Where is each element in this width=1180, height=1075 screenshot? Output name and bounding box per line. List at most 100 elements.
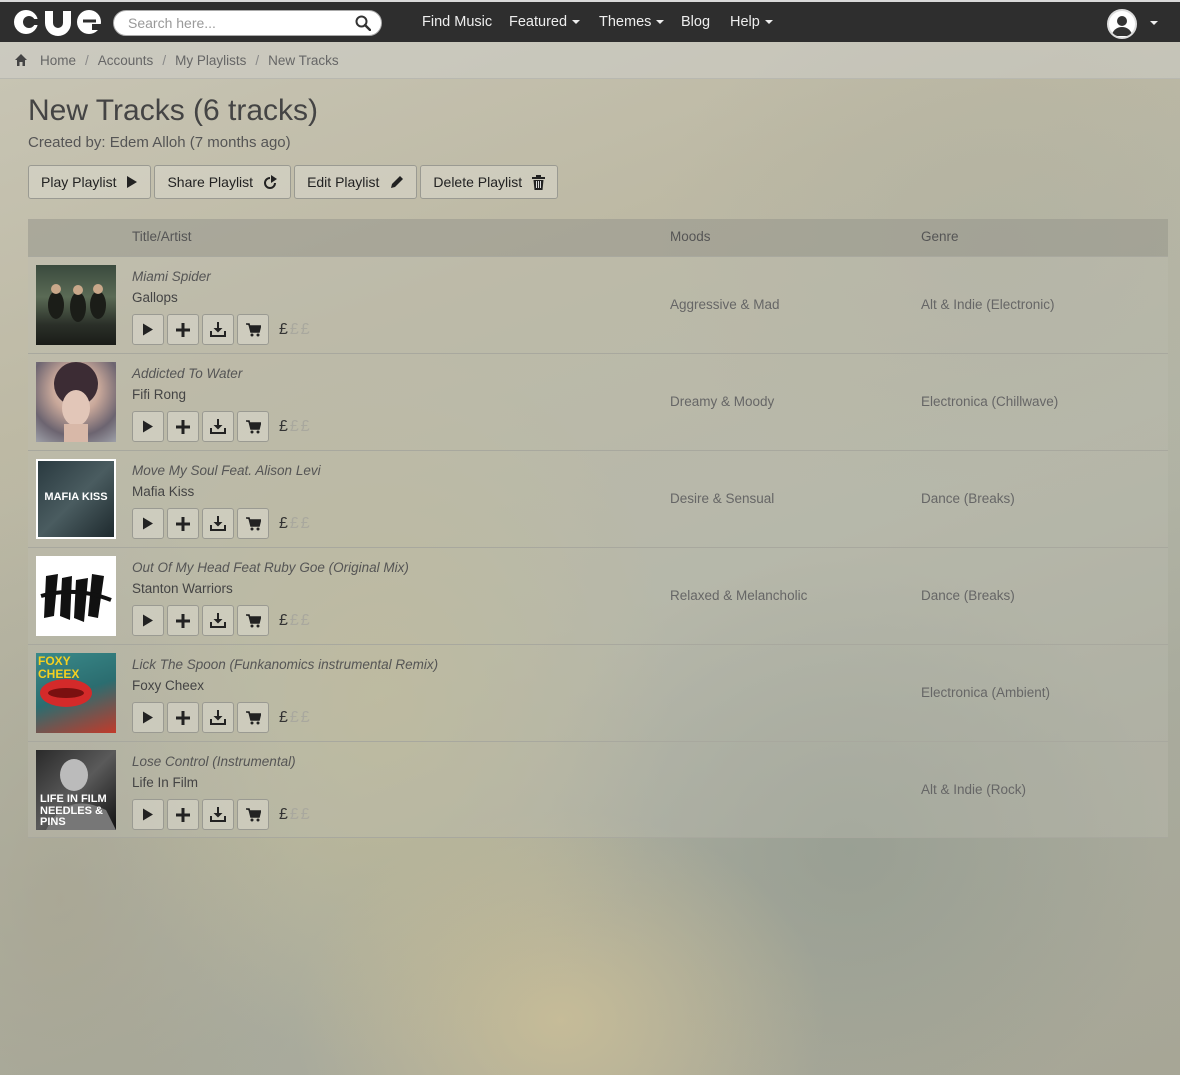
track-artist[interactable]: Fifi Rong — [132, 387, 186, 402]
track-genre[interactable]: Electronica (Ambient) — [921, 685, 1050, 700]
download-button[interactable] — [202, 508, 234, 539]
album-art[interactable] — [36, 362, 116, 442]
download-icon — [210, 419, 226, 434]
nav-find-music[interactable]: Find Music — [422, 14, 492, 30]
download-icon — [210, 613, 226, 628]
track-mood[interactable]: Dreamy & Moody — [670, 394, 774, 409]
play-icon — [127, 176, 138, 188]
breadcrumb-home[interactable]: Home — [40, 53, 76, 68]
track-row: FOXY CHEEX Lick The Spoon (Funkanomics i… — [28, 644, 1168, 741]
share-playlist-button[interactable]: Share Playlist — [154, 165, 292, 199]
search-icon[interactable] — [355, 15, 371, 31]
price-rating: £££ — [279, 611, 312, 629]
album-art[interactable]: LIFE IN FILM NEEDLES & PINS — [36, 750, 116, 830]
play-track-button[interactable] — [132, 508, 164, 539]
cart-icon — [245, 516, 261, 530]
search-input[interactable] — [128, 15, 348, 31]
buy-cart-button[interactable] — [237, 605, 269, 636]
plus-icon — [176, 613, 190, 628]
playlist-actions: Play Playlist Share Playlist Edit Playli… — [28, 165, 561, 199]
album-art[interactable]: FOXY CHEEX — [36, 653, 116, 733]
play-track-button[interactable] — [132, 411, 164, 442]
track-mood[interactable]: Relaxed & Melancholic — [670, 588, 807, 603]
play-playlist-label: Play Playlist — [41, 174, 117, 190]
add-to-playlist-button[interactable] — [167, 411, 199, 442]
download-button[interactable] — [202, 314, 234, 345]
track-title[interactable]: Addicted To Water — [132, 366, 242, 381]
add-to-playlist-button[interactable] — [167, 605, 199, 636]
download-button[interactable] — [202, 605, 234, 636]
nav-help[interactable]: Help — [730, 14, 773, 30]
plus-icon — [176, 516, 190, 531]
play-icon — [143, 420, 153, 433]
column-title-artist: Title/Artist — [132, 229, 192, 244]
download-icon — [210, 710, 226, 725]
play-track-button[interactable] — [132, 799, 164, 830]
delete-playlist-label: Delete Playlist — [433, 174, 523, 190]
track-title[interactable]: Lose Control (Instrumental) — [132, 754, 296, 769]
play-playlist-button[interactable]: Play Playlist — [28, 165, 152, 199]
breadcrumb-accounts[interactable]: Accounts — [98, 53, 154, 68]
price-rating: £££ — [279, 320, 312, 338]
track-title[interactable]: Lick The Spoon (Funkanomics instrumental… — [132, 657, 438, 672]
nav-featured[interactable]: Featured — [509, 14, 581, 30]
album-art[interactable] — [36, 556, 116, 636]
track-genre[interactable]: Alt & Indie (Rock) — [921, 782, 1026, 797]
home-icon[interactable] — [14, 53, 28, 67]
track-mood[interactable]: Aggressive & Mad — [670, 297, 780, 312]
play-track-button[interactable] — [132, 605, 164, 636]
track-title[interactable]: Move My Soul Feat. Alison Levi — [132, 463, 321, 478]
add-to-playlist-button[interactable] — [167, 314, 199, 345]
track-artist[interactable]: Foxy Cheex — [132, 678, 204, 693]
buy-cart-button[interactable] — [237, 411, 269, 442]
add-to-playlist-button[interactable] — [167, 799, 199, 830]
price-rating: £££ — [279, 708, 312, 726]
top-navbar: Find Music Featured Themes Blog Help — [0, 0, 1180, 42]
track-genre[interactable]: Dance (Breaks) — [921, 588, 1015, 603]
buy-cart-button[interactable] — [237, 314, 269, 345]
track-artist[interactable]: Mafia Kiss — [132, 484, 194, 499]
track-mood[interactable]: Desire & Sensual — [670, 491, 774, 506]
user-avatar[interactable] — [1107, 9, 1137, 39]
edit-playlist-button[interactable]: Edit Playlist — [294, 165, 418, 199]
download-button[interactable] — [202, 411, 234, 442]
buy-cart-button[interactable] — [237, 799, 269, 830]
track-genre[interactable]: Dance (Breaks) — [921, 491, 1015, 506]
nav-blog[interactable]: Blog — [681, 14, 710, 30]
track-artist[interactable]: Life In Film — [132, 775, 198, 790]
track-title[interactable]: Miami Spider — [132, 269, 211, 284]
track-artist[interactable]: Stanton Warriors — [132, 581, 233, 596]
breadcrumb-my-playlists[interactable]: My Playlists — [175, 53, 246, 68]
track-artist[interactable]: Gallops — [132, 290, 178, 305]
download-button[interactable] — [202, 702, 234, 733]
add-to-playlist-button[interactable] — [167, 508, 199, 539]
nav-themes[interactable]: Themes — [599, 14, 665, 30]
play-track-button[interactable] — [132, 314, 164, 345]
buy-cart-button[interactable] — [237, 702, 269, 733]
edit-playlist-label: Edit Playlist — [307, 174, 380, 190]
user-icon — [1112, 16, 1132, 36]
album-art[interactable]: MAFIA KISS — [36, 459, 116, 539]
price-rating: £££ — [279, 514, 312, 532]
cart-icon — [245, 710, 261, 724]
track-genre[interactable]: Electronica (Chillwave) — [921, 394, 1058, 409]
download-button[interactable] — [202, 799, 234, 830]
cue-logo[interactable] — [13, 7, 103, 37]
play-icon — [143, 614, 153, 627]
cart-icon — [245, 322, 261, 336]
user-menu-caret-icon[interactable] — [1150, 21, 1158, 25]
page-title: New Tracks (6 tracks) — [28, 94, 319, 127]
play-track-button[interactable] — [132, 702, 164, 733]
delete-playlist-button[interactable]: Delete Playlist — [420, 165, 559, 199]
track-title[interactable]: Out Of My Head Feat Ruby Goe (Original M… — [132, 560, 409, 575]
album-art-text: MAFIA KISS — [44, 491, 108, 503]
album-art-text: FOXY CHEEX — [38, 654, 80, 682]
tracks-table: Title/Artist Moods Genre Miami Spider Ga… — [28, 219, 1168, 838]
add-to-playlist-button[interactable] — [167, 702, 199, 733]
album-art[interactable] — [36, 265, 116, 345]
pencil-icon — [391, 175, 404, 188]
track-row: Out Of My Head Feat Ruby Goe (Original M… — [28, 547, 1168, 644]
track-genre[interactable]: Alt & Indie (Electronic) — [921, 297, 1055, 312]
buy-cart-button[interactable] — [237, 508, 269, 539]
search-box[interactable] — [113, 10, 382, 36]
